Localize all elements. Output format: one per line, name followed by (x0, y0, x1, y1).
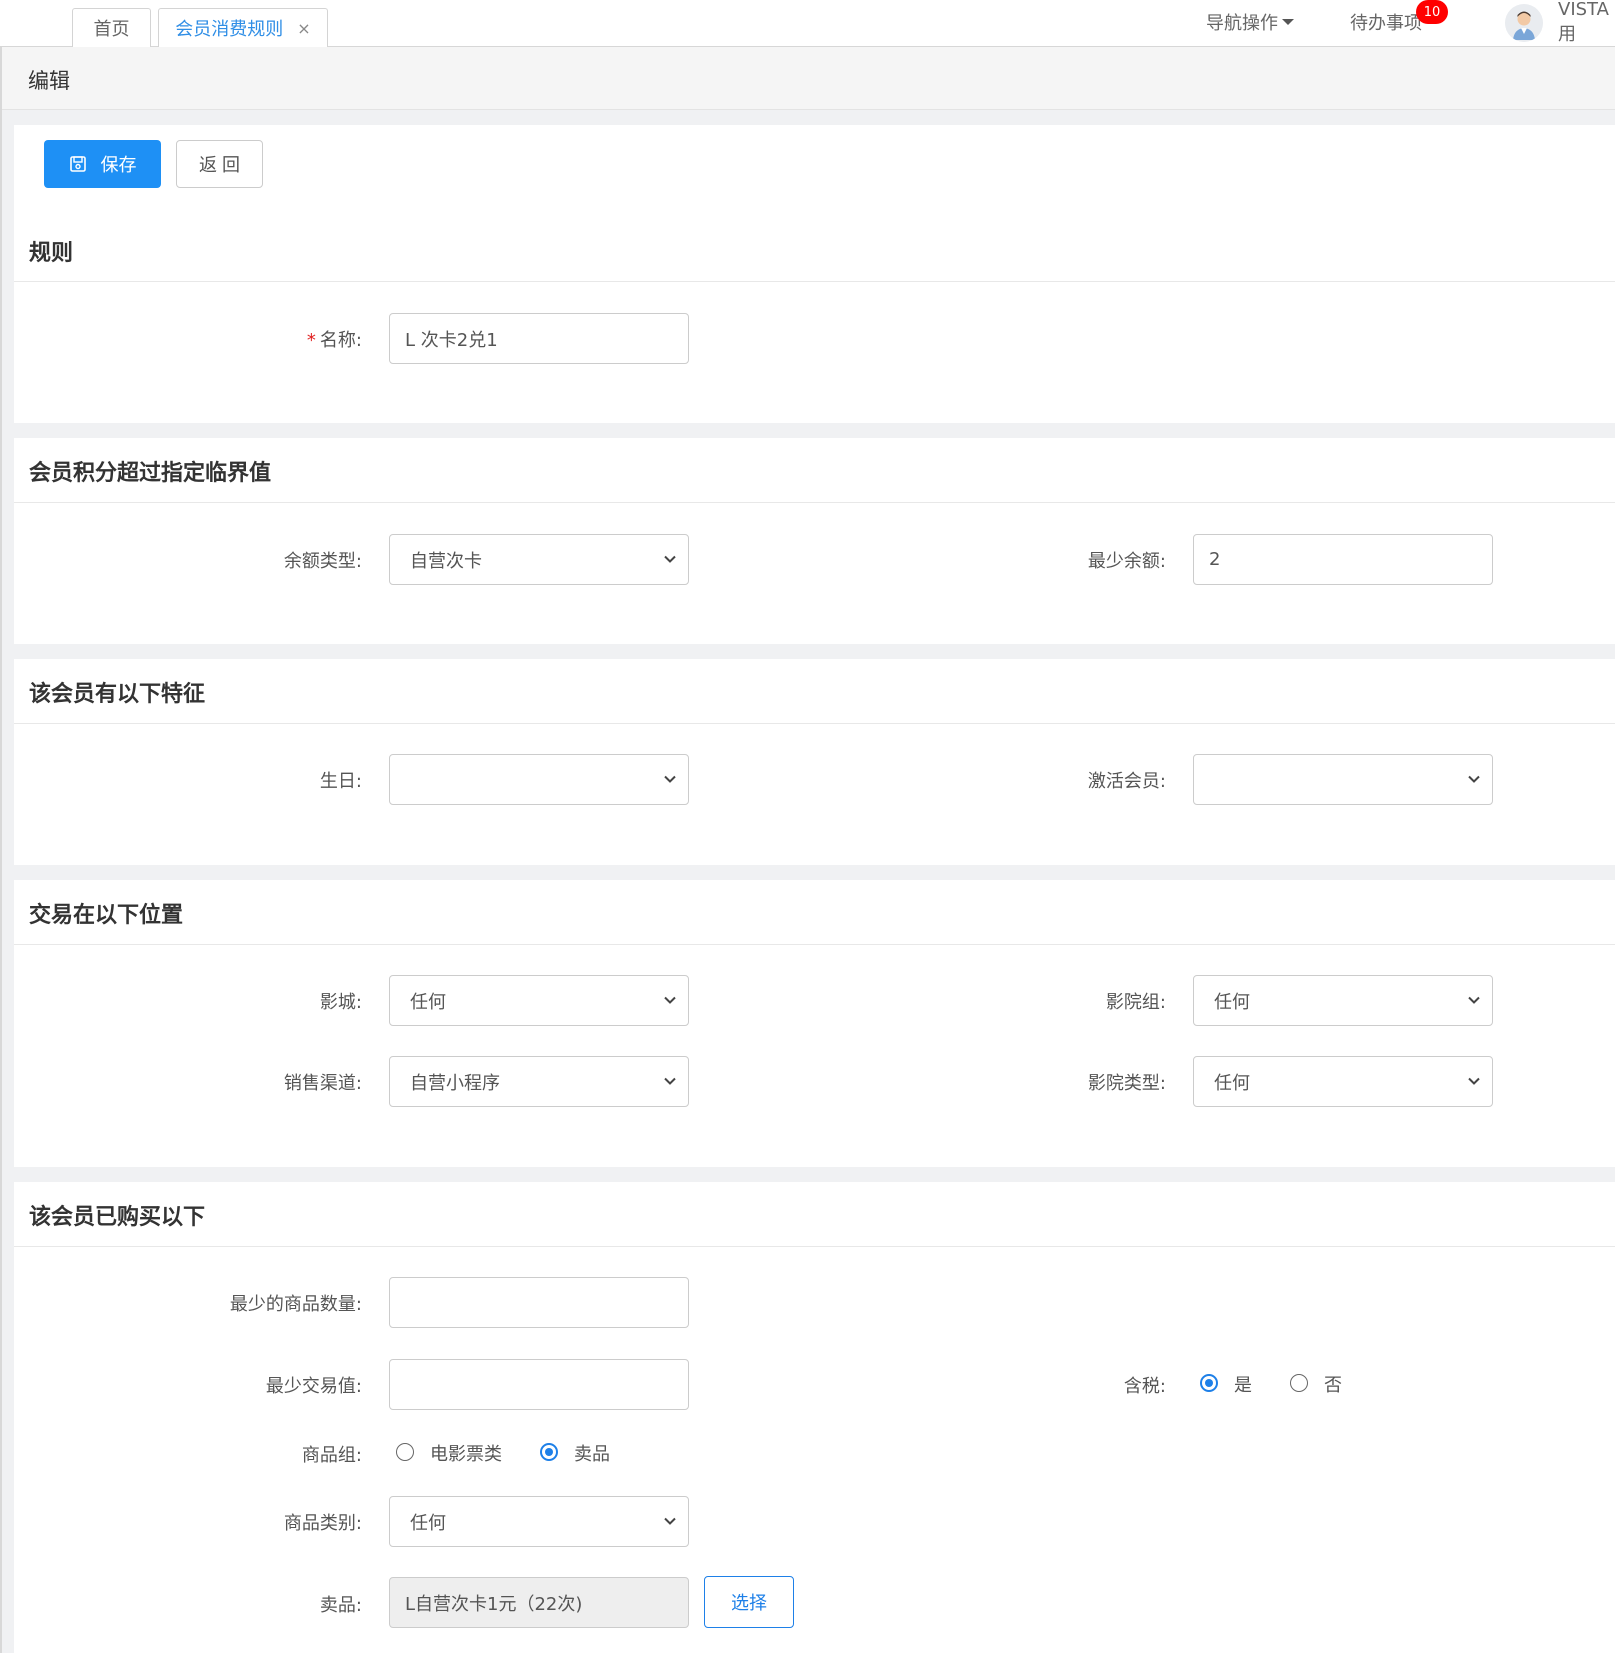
tab-home-label: 首页 (93, 19, 130, 40)
tax-yes-radio[interactable] (1200, 1374, 1218, 1392)
sales-channel-select[interactable]: 自营小程序 (389, 1056, 689, 1107)
section-title-features: 该会员有以下特征 (29, 682, 206, 707)
min-transaction-label: 最少交易值: (265, 1376, 362, 1397)
left-border (0, 0, 2, 1653)
min-qty-input[interactable] (389, 1277, 689, 1328)
chevron-down-icon (664, 1077, 676, 1085)
name-label-text: 名称: (319, 330, 362, 351)
chevron-down-icon (1468, 775, 1480, 783)
cinema-type-label: 影院类型: (1087, 1073, 1166, 1094)
avatar[interactable] (1505, 4, 1543, 42)
goods-category-label: 商品类别: (283, 1513, 362, 1534)
cinema-group-select[interactable]: 任何 (1193, 975, 1493, 1026)
back-button-label: 返 回 (198, 155, 240, 175)
card-purchase: 该会员已购买以下 (14, 1182, 1615, 1653)
min-balance-input[interactable]: 2 (1193, 534, 1493, 585)
save-button[interactable]: 保存 (44, 140, 161, 188)
cinema-type-select[interactable]: 任何 (1193, 1056, 1493, 1107)
chevron-down-icon (1468, 1077, 1480, 1085)
select-goods-label: 选择 (731, 1593, 767, 1613)
save-icon (69, 156, 86, 172)
goods-label: 卖品: (319, 1595, 362, 1616)
group-goods-label[interactable]: 卖品 (574, 1440, 610, 1466)
top-bar: 首页 会员消费规则 × 导航操作 待办事项 10 VISTA用 (0, 0, 1615, 47)
group-movie-label[interactable]: 电影票类 (430, 1440, 502, 1466)
section-title-purchase: 该会员已购买以下 (29, 1205, 206, 1230)
section-title-points: 会员积分超过指定临界值 (29, 461, 272, 486)
section-divider (14, 502, 1615, 503)
page-header: 编辑 (2, 47, 1615, 110)
tax-label: 含税: (1123, 1376, 1166, 1397)
section-title-rule: 规则 (29, 241, 74, 266)
active-member-select[interactable] (1193, 754, 1493, 805)
tab-home[interactable]: 首页 (72, 8, 151, 47)
cinema-value: 任何 (410, 991, 446, 1013)
section-divider (14, 723, 1615, 724)
nav-operations-label: 导航操作 (1206, 13, 1278, 34)
nav-todo-label: 待办事项 (1350, 13, 1422, 34)
caret-down-icon (1282, 19, 1294, 25)
chevron-down-icon (664, 996, 676, 1004)
todo-count-badge: 10 (1416, 0, 1448, 24)
save-button-label: 保存 (100, 155, 137, 175)
min-balance-label: 最少余额: (1087, 551, 1166, 572)
user-name-label: VISTA用 (1558, 0, 1609, 45)
back-button[interactable]: 返 回 (176, 140, 263, 188)
goods-readonly-field: L自营次卡1元（22次) (389, 1577, 689, 1628)
tax-no-radio[interactable] (1290, 1374, 1308, 1392)
balance-type-value: 自营次卡 (410, 550, 482, 572)
page-title: 编辑 (28, 69, 70, 93)
balance-type-label: 余额类型: (283, 551, 362, 572)
tax-no-label[interactable]: 否 (1324, 1371, 1342, 1397)
sales-channel-value: 自营小程序 (410, 1072, 500, 1094)
chevron-down-icon (1468, 996, 1480, 1004)
group-goods-radio[interactable] (540, 1443, 558, 1461)
chevron-down-icon (664, 555, 676, 563)
group-movie-radio[interactable] (396, 1443, 414, 1461)
user-avatar-icon (1505, 4, 1543, 42)
cinema-group-label: 影院组: (1105, 992, 1166, 1013)
required-mark: * (306, 330, 316, 351)
name-input-value: L 次卡2兑1 (405, 329, 498, 351)
goods-group-label: 商品组: (301, 1445, 362, 1466)
chevron-down-icon (664, 775, 676, 783)
sales-channel-label: 销售渠道: (283, 1073, 362, 1094)
tab-member-consumption-rule[interactable]: 会员消费规则 × (158, 8, 328, 47)
nav-todo[interactable]: 待办事项 (1350, 0, 1422, 44)
cinema-label: 影城: (319, 992, 362, 1013)
section-divider (14, 1246, 1615, 1247)
goods-category-value: 任何 (410, 1512, 446, 1534)
section-title-location: 交易在以下位置 (29, 903, 184, 928)
birthday-select[interactable] (389, 754, 689, 805)
nav-user-name[interactable]: VISTA用 (1558, 0, 1615, 45)
birthday-label: 生日: (319, 771, 362, 792)
cinema-type-value: 任何 (1214, 1072, 1250, 1094)
section-divider (14, 944, 1615, 945)
cinema-select[interactable]: 任何 (389, 975, 689, 1026)
min-transaction-input[interactable] (389, 1359, 689, 1410)
nav-operations-menu[interactable]: 导航操作 (1206, 0, 1294, 44)
select-goods-button[interactable]: 选择 (704, 1576, 794, 1628)
goods-category-select[interactable]: 任何 (389, 1496, 689, 1547)
goods-value: L自营次卡1元（22次) (405, 1593, 583, 1615)
name-input[interactable]: L 次卡2兑1 (389, 313, 689, 364)
cinema-group-value: 任何 (1214, 991, 1250, 1013)
name-label: * 名称: (200, 326, 362, 352)
balance-type-select[interactable]: 自营次卡 (389, 534, 689, 585)
active-member-label: 激活会员: (1087, 771, 1166, 792)
chevron-down-icon (664, 1517, 676, 1525)
tab-active-label: 会员消费规则 (175, 19, 284, 40)
min-qty-label: 最少的商品数量: (229, 1294, 362, 1315)
tax-yes-label[interactable]: 是 (1234, 1371, 1252, 1397)
section-divider (14, 281, 1615, 282)
min-balance-value: 2 (1209, 549, 1221, 570)
close-icon[interactable]: × (297, 19, 310, 38)
